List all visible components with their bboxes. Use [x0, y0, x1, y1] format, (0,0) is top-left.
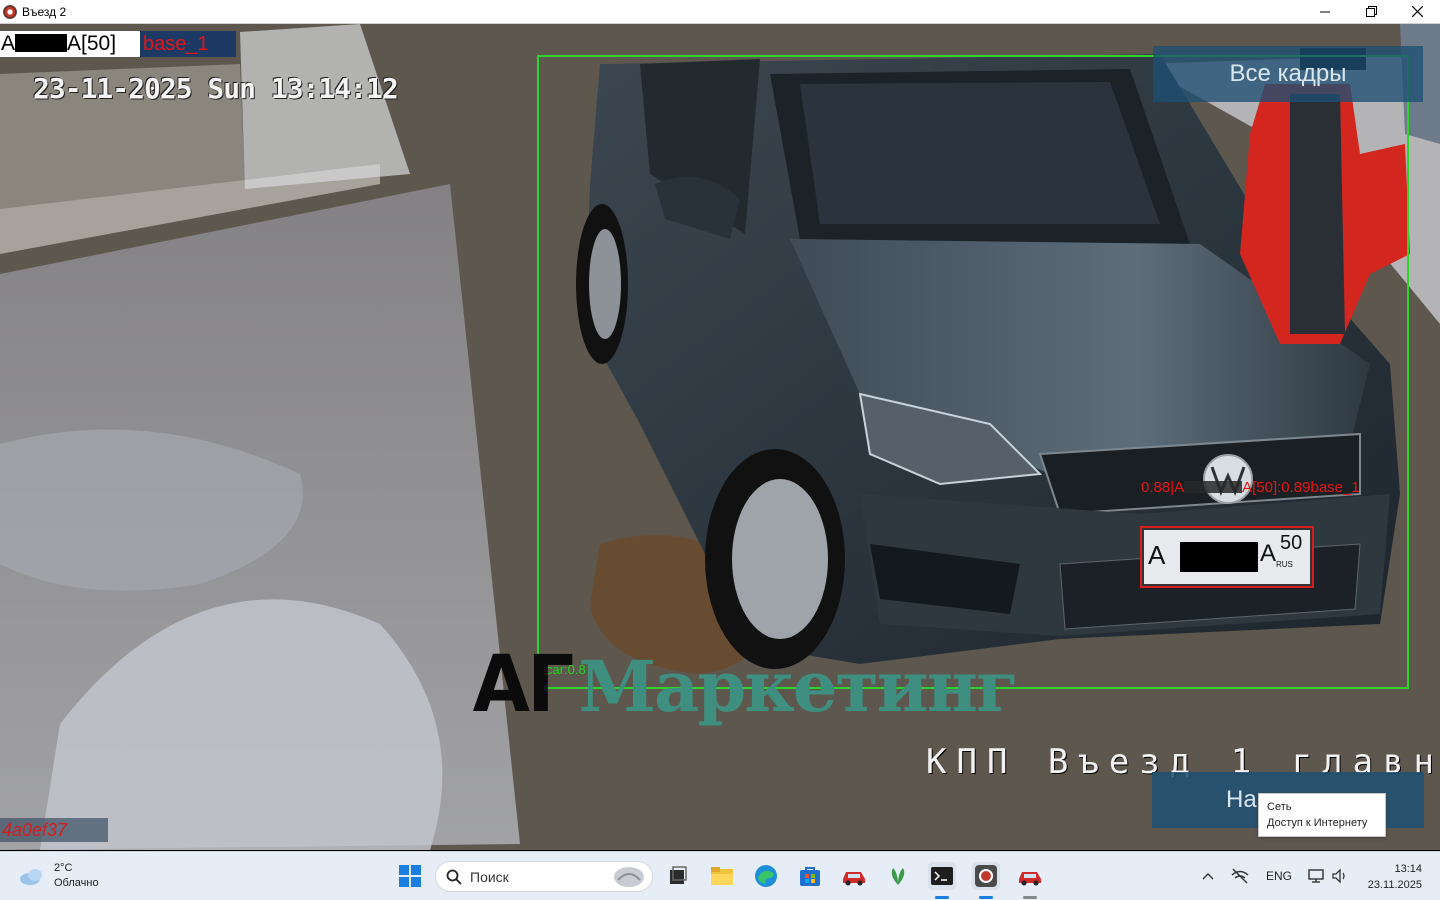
plate-mask — [1180, 542, 1258, 572]
camera-timestamp: 23-11-2025 Sun 13:14:12 — [33, 72, 399, 105]
car-app-2-icon — [1019, 872, 1041, 886]
camera-app-active-indicator — [979, 896, 993, 899]
camera-id-label: 4a0ef37 — [0, 818, 108, 842]
task-view-button[interactable] — [664, 862, 692, 890]
start-button[interactable] — [396, 862, 424, 890]
leaf-app-button[interactable] — [884, 862, 912, 890]
volume-icon — [1332, 868, 1345, 884]
plate-score-mask — [1184, 481, 1243, 493]
base-label: base_1 — [140, 31, 236, 57]
weather-temp: 2°C — [54, 862, 73, 874]
search-box[interactable]: Поиск — [435, 861, 653, 892]
network-status-button[interactable] — [1226, 862, 1254, 890]
system-clock[interactable]: 13:14 23.11.2025 — [1360, 861, 1422, 893]
volume-button[interactable] — [1326, 862, 1354, 890]
plate-letter-left: A — [1148, 540, 1166, 570]
terminal-icon — [931, 867, 953, 885]
car-app-2-indicator — [1023, 896, 1037, 899]
maximize-button[interactable] — [1348, 0, 1394, 23]
window-controls — [1302, 0, 1440, 23]
minimize-button[interactable] — [1302, 0, 1348, 23]
maximize-icon — [1365, 6, 1377, 17]
plate-suffix: A[50] — [67, 32, 117, 55]
plate-letter-right: A — [1260, 540, 1277, 567]
plate-country: RUS — [1276, 560, 1293, 569]
window-titlebar: Въезд 2 — [0, 0, 1440, 24]
close-icon — [1411, 6, 1423, 17]
network-off-icon — [1231, 868, 1249, 884]
network-tooltip: Сеть Доступ к Интернету — [1258, 793, 1386, 837]
start-icon — [399, 865, 421, 887]
car-app-icon — [843, 872, 865, 886]
leaf-app-icon — [891, 868, 905, 885]
weather-desc: Облачно — [54, 877, 99, 889]
all-frames-button[interactable]: Все кадры — [1153, 46, 1423, 102]
tooltip-detail: Доступ к Интернету — [1267, 817, 1368, 829]
terminal-active-indicator — [935, 896, 949, 899]
plate-score-prefix: 0.88|A — [1141, 479, 1185, 496]
search-placeholder: Поиск — [470, 868, 509, 885]
minimize-icon — [1320, 11, 1330, 12]
file-explorer-icon — [711, 867, 733, 885]
plate-mask-top — [15, 34, 68, 52]
clock-date: 23.11.2025 — [1367, 879, 1422, 891]
file-explorer-button[interactable] — [708, 862, 736, 890]
plate-region: 50 — [1280, 532, 1303, 554]
car-app-button[interactable] — [840, 862, 868, 890]
edge-button[interactable] — [752, 862, 780, 890]
language-indicator[interactable]: ENG — [1266, 869, 1292, 883]
search-highlight-icon — [614, 866, 644, 887]
close-button[interactable] — [1394, 0, 1440, 23]
edge-icon — [755, 865, 777, 887]
company-logo: АГ Маркетинг — [470, 640, 1019, 730]
network-icon — [1308, 869, 1324, 883]
tooltip-title: Сеть — [1267, 801, 1292, 813]
camera-app-icon — [975, 865, 997, 887]
plate-score-suffix: A[50]:0.89base_1 — [1242, 479, 1360, 496]
tray-overflow-button[interactable] — [1194, 862, 1222, 890]
taskbar: 2°C Облачно Поиск ENG 13:14 23.11.2025 — [0, 851, 1440, 900]
car-detection-box — [537, 55, 1409, 689]
logo-part1: АГ — [472, 640, 575, 730]
store-icon — [800, 867, 820, 886]
window-title: Въезд 2 — [22, 4, 67, 19]
cloud-icon — [20, 869, 42, 885]
app-camera-icon — [3, 4, 17, 19]
camera-app-button[interactable] — [972, 862, 1000, 890]
terminal-button[interactable] — [928, 862, 956, 890]
search-icon — [446, 869, 462, 885]
plate-score-label: 0.88|A A[50]:0.89base_1 — [1141, 479, 1360, 496]
logo-part2: Маркетинг — [578, 645, 1019, 728]
weather-widget[interactable]: 2°C Облачно — [18, 861, 99, 891]
clock-time: 13:14 — [1394, 863, 1422, 875]
plate-detection-box: A A 50 RUS — [1140, 526, 1314, 588]
store-button[interactable] — [796, 862, 824, 890]
recognized-plate-label: A A[50] — [0, 31, 140, 57]
car-app-2-button[interactable] — [1016, 862, 1044, 890]
plate-prefix: A — [1, 32, 16, 55]
task-view-icon — [670, 866, 687, 884]
chevron-up-icon — [1202, 873, 1214, 880]
